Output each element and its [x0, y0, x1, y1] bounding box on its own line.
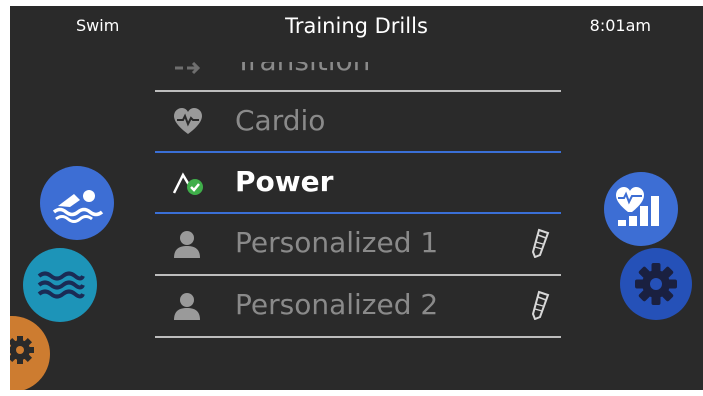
water-mode-button[interactable] [23, 248, 97, 322]
settings-shortcut-button[interactable] [10, 316, 50, 390]
drill-item-personalized-2[interactable]: Personalized 2 [155, 276, 561, 336]
drill-item-cardio[interactable]: Cardio [155, 92, 561, 152]
clock: 8:01am [589, 16, 651, 35]
person-icon [173, 230, 201, 258]
drill-item-personalized-1[interactable]: Personalized 1 [155, 214, 561, 274]
swim-mode-button[interactable] [40, 166, 114, 240]
transition-icon [173, 62, 201, 76]
water-waves-icon [37, 271, 85, 299]
heart-stats-icon [616, 187, 659, 226]
divider [155, 336, 561, 338]
drill-list[interactable]: Transition Cardio Power [155, 62, 561, 348]
drill-label: Cardio [235, 104, 326, 137]
spa-control-screen: Swim Training Drills 8:01am Transition C… [10, 6, 703, 390]
swimmer-icon [52, 190, 104, 223]
person-icon [173, 292, 201, 320]
gear-icon [635, 263, 677, 305]
heart-stats-button[interactable] [604, 172, 678, 246]
edit-pencil-icon[interactable] [531, 290, 551, 321]
gear-icon [10, 336, 34, 364]
drill-label: Power [235, 165, 334, 198]
settings-button[interactable] [620, 248, 692, 320]
drill-item-transition[interactable]: Transition [155, 62, 561, 92]
edit-pencil-icon[interactable] [531, 228, 551, 259]
heart-pulse-icon [173, 108, 202, 136]
drill-label: Transition [235, 62, 370, 77]
drill-label: Personalized 2 [235, 288, 439, 321]
power-check-icon [172, 169, 203, 197]
drill-label: Personalized 1 [235, 226, 439, 259]
drill-item-power[interactable]: Power [155, 153, 561, 213]
